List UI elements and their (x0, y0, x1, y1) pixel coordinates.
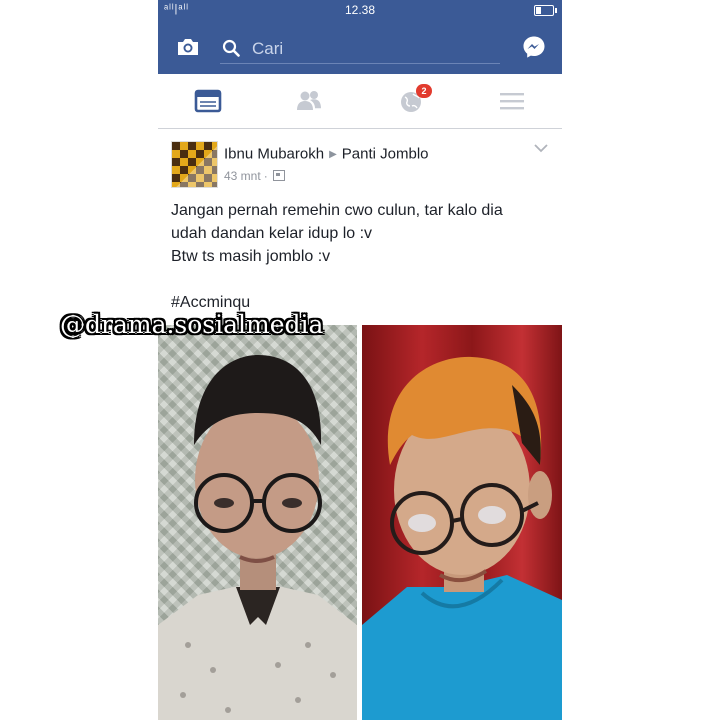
group-name[interactable]: Panti Jomblo (342, 146, 429, 163)
post-text: Jangan pernah remehin cwo culun, tar kal… (171, 199, 551, 314)
post-line: udah dandan kelar idup lo :v (171, 225, 373, 242)
friend-requests-icon[interactable] (295, 88, 323, 114)
search-bar[interactable] (220, 33, 500, 64)
privacy-icon (272, 170, 285, 182)
top-bar (158, 20, 562, 74)
tab-bar: 2 (158, 74, 562, 129)
status-bar: ᵃˡˡ|ᵃˡˡ 12.38 (158, 0, 562, 20)
author-name[interactable]: Ibnu Mubarokh (224, 146, 324, 163)
post-photo-before[interactable] (158, 325, 357, 720)
news-feed-icon[interactable] (194, 88, 222, 114)
status-time: 12.38 (344, 3, 376, 17)
arrow-right-icon: ▶ (329, 148, 337, 160)
post-time[interactable]: 43 mnt (224, 169, 261, 183)
post-header: Ibnu Mubarokh ▶ Panti Jomblo (224, 145, 429, 163)
search-icon (222, 39, 240, 57)
watermark-text: @drama.sosialmedia (60, 310, 324, 339)
post-meta: 43 mnt · (224, 169, 285, 183)
post-line: Jangan pernah remehin cwo culun, tar kal… (171, 202, 503, 219)
chevron-down-icon[interactable] (534, 143, 548, 153)
avatar[interactable] (171, 141, 218, 188)
post-photo-after[interactable] (362, 325, 562, 720)
menu-icon[interactable] (498, 88, 526, 114)
post-line: Btw ts masih jomblo :v (171, 248, 331, 265)
battery-icon (534, 5, 557, 16)
post-card: Ibnu Mubarokh ▶ Panti Jomblo 43 mnt · Janga… (158, 129, 562, 720)
messenger-icon[interactable] (522, 35, 546, 59)
camera-icon[interactable] (176, 37, 200, 57)
phone-screen: ᵃˡˡ|ᵃˡˡ 12.38 Cari 2 Ibnu Mubarokh ▶ Pan… (158, 0, 562, 720)
post-line (171, 268, 551, 291)
search-input[interactable] (250, 36, 494, 62)
notification-badge: 2 (416, 84, 432, 98)
